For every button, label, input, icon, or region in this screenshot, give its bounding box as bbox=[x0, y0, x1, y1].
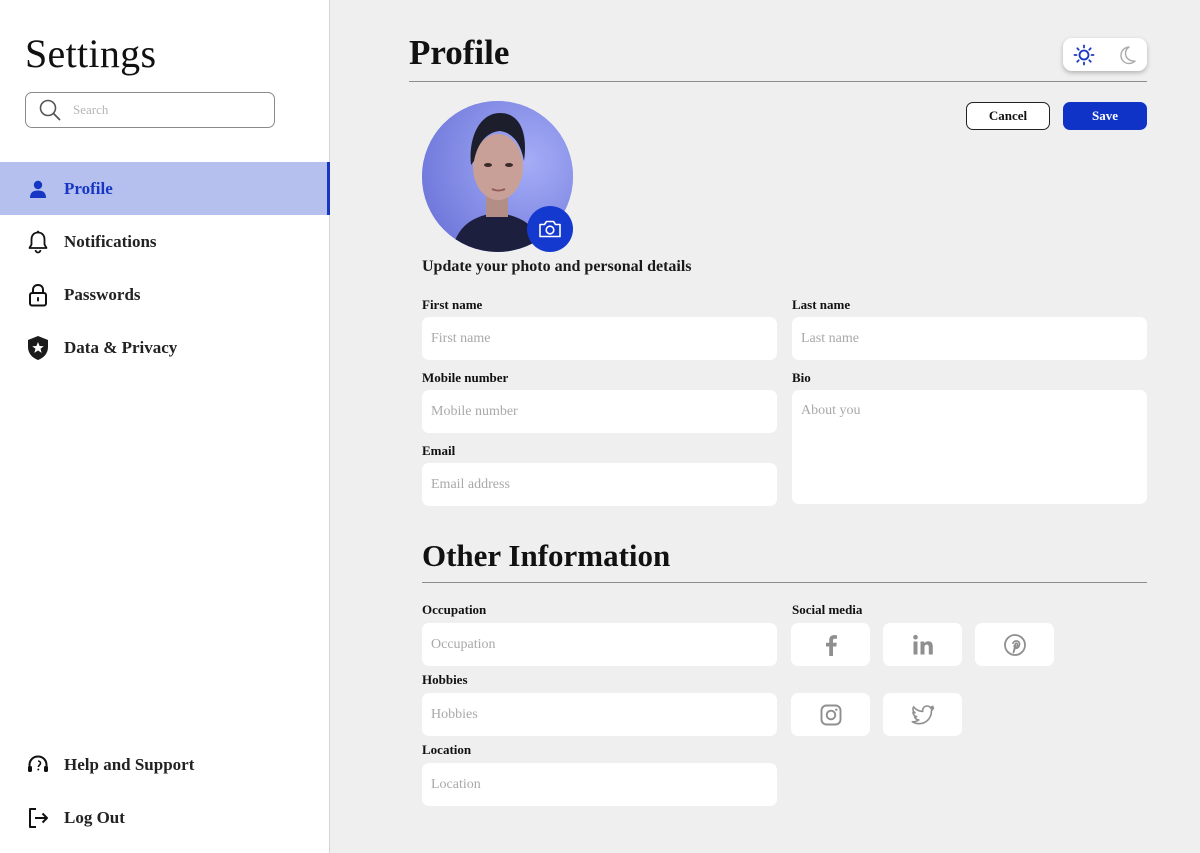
facebook-button[interactable] bbox=[791, 623, 870, 666]
email-field[interactable] bbox=[422, 463, 777, 506]
sidebar-item-label: Notifications bbox=[64, 231, 157, 251]
headset-icon bbox=[26, 753, 50, 777]
linkedin-button[interactable] bbox=[883, 623, 962, 666]
hobbies-label: Hobbies bbox=[422, 672, 468, 687]
social-media-label: Social media bbox=[792, 602, 863, 617]
twitter-icon bbox=[911, 704, 934, 724]
title-divider bbox=[409, 81, 1147, 82]
app-title: Settings bbox=[25, 31, 157, 76]
linkedin-icon bbox=[912, 634, 933, 654]
first-name-field[interactable] bbox=[422, 317, 777, 360]
sidebar-bottom-nav: Help and Support Log Out bbox=[0, 738, 330, 844]
search-input[interactable] bbox=[73, 102, 243, 118]
mobile-number-field[interactable] bbox=[422, 390, 777, 433]
instagram-icon bbox=[820, 704, 841, 725]
sidebar-item-passwords[interactable]: Passwords bbox=[0, 268, 330, 321]
bio-field[interactable] bbox=[792, 390, 1147, 504]
sidebar-item-notifications[interactable]: Notifications bbox=[0, 215, 330, 268]
search-icon bbox=[39, 99, 61, 121]
sidebar-item-label: Log Out bbox=[64, 807, 125, 827]
instagram-button[interactable] bbox=[791, 693, 870, 736]
occupation-field[interactable] bbox=[422, 623, 777, 666]
hobbies-field[interactable] bbox=[422, 693, 777, 736]
first-name-label: First name bbox=[422, 297, 483, 312]
lock-icon bbox=[26, 283, 50, 307]
pinterest-icon bbox=[1003, 633, 1026, 656]
cancel-button[interactable]: Cancel bbox=[966, 102, 1050, 130]
camera-icon bbox=[539, 220, 561, 238]
mobile-number-label: Mobile number bbox=[422, 370, 509, 385]
shield-star-icon bbox=[26, 335, 50, 360]
search-box[interactable] bbox=[25, 92, 275, 128]
person-icon bbox=[26, 177, 50, 201]
sidebar-nav: Profile Notifications Passwords Data & P… bbox=[0, 162, 330, 374]
location-field[interactable] bbox=[422, 763, 777, 806]
sun-icon[interactable] bbox=[1069, 40, 1099, 70]
bell-icon bbox=[26, 230, 50, 254]
last-name-label: Last name bbox=[792, 297, 851, 312]
other-information-title: Other Information bbox=[422, 538, 671, 573]
last-name-field[interactable] bbox=[792, 317, 1147, 360]
section-divider bbox=[422, 582, 1147, 583]
sidebar-item-profile[interactable]: Profile bbox=[0, 162, 330, 215]
twitter-button[interactable] bbox=[883, 693, 962, 736]
occupation-label: Occupation bbox=[422, 602, 487, 617]
logout-icon bbox=[26, 806, 50, 830]
change-photo-button[interactable] bbox=[527, 206, 573, 252]
theme-toggle[interactable] bbox=[1063, 38, 1147, 71]
location-label: Location bbox=[422, 742, 472, 757]
sidebar-item-label: Help and Support bbox=[64, 754, 195, 774]
save-button[interactable]: Save bbox=[1063, 102, 1147, 130]
sidebar-item-data-privacy[interactable]: Data & Privacy bbox=[0, 321, 330, 374]
moon-icon[interactable] bbox=[1111, 40, 1141, 70]
email-label: Email bbox=[422, 443, 456, 458]
sidebar-item-help-support[interactable]: Help and Support bbox=[0, 738, 330, 791]
pinterest-button[interactable] bbox=[975, 623, 1054, 666]
sidebar: Settings Profile bbox=[0, 0, 330, 853]
sidebar-item-label: Profile bbox=[64, 178, 113, 198]
page-title: Profile bbox=[409, 33, 510, 72]
sidebar-item-log-out[interactable]: Log Out bbox=[0, 791, 330, 844]
profile-subtitle: Update your photo and personal details bbox=[422, 258, 692, 275]
sidebar-item-label: Passwords bbox=[64, 284, 141, 304]
sidebar-item-label: Data & Privacy bbox=[64, 337, 178, 357]
facebook-icon bbox=[825, 634, 837, 656]
bio-label: Bio bbox=[792, 370, 811, 385]
